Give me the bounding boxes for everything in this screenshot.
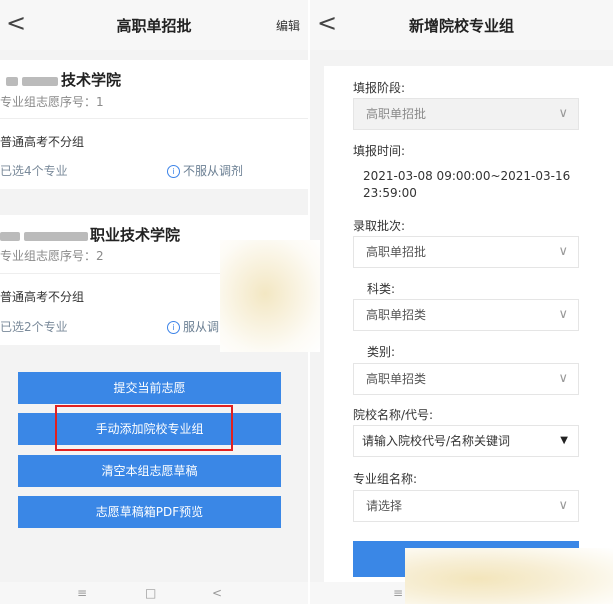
clear-draft-button[interactable]: 清空本组志愿草稿 [18, 455, 281, 487]
school-card[interactable]: 技术学院 专业组志愿序号：1 普通高考不分组 已选4个专业 i 不服从调剂 [0, 60, 308, 189]
subject-label: 科类: [367, 282, 396, 296]
submit-wish-button[interactable]: 提交当前志愿 [18, 372, 281, 404]
group-name: 普通高考不分组 [0, 135, 85, 149]
chevron-down-icon: ∨ [558, 244, 568, 259]
stage-label: 填报阶段: [353, 81, 406, 95]
redacted-text [0, 232, 20, 241]
info-icon: i [167, 165, 180, 178]
back-icon[interactable]: < [212, 586, 222, 600]
stage-field: 高职单招批 ∨ [353, 98, 579, 130]
top-bar: < 高职单招批 编辑 [0, 0, 308, 50]
group-label: 专业组名称: [353, 472, 418, 486]
menu-icon[interactable]: ≡ [77, 586, 87, 600]
blurred-overlay [405, 548, 613, 604]
category-select[interactable]: 高职单招类 ∨ [353, 363, 579, 395]
redacted-text [24, 232, 88, 241]
group-select[interactable]: 请选择 ∨ [353, 490, 579, 522]
batch-select[interactable]: 高职单招批 ∨ [353, 236, 579, 268]
time-value-end: 23:59:00 [363, 186, 417, 200]
selected-count: 已选4个专业 [0, 164, 68, 178]
chevron-down-icon: ∨ [558, 498, 568, 513]
info-icon: i [167, 321, 180, 334]
highlight-box [55, 405, 233, 451]
time-value: 2021-03-08 09:00:00~2021-03-16 [363, 169, 571, 183]
system-nav-bar: ≡ □ < [0, 582, 308, 604]
selected-count: 已选2个专业 [0, 320, 68, 334]
page-title: 高职单招批 [116, 17, 192, 35]
group-name: 普通高考不分组 [0, 290, 85, 304]
chevron-down-icon: ∨ [558, 106, 568, 121]
time-label: 填报时间: [353, 144, 406, 158]
chevron-down-icon: ∨ [558, 371, 568, 386]
adjust-status: i 不服从调剂 [167, 162, 243, 179]
top-bar: < 新增院校专业组 [310, 0, 613, 50]
chevron-down-icon: ∨ [558, 307, 568, 322]
school-name: 技术学院 [61, 71, 122, 89]
divider [0, 118, 308, 119]
redacted-text [22, 77, 58, 86]
school-input[interactable]: 请输入院校代号/名称关键词 ▼ [353, 425, 579, 457]
school-label: 院校名称/代号: [353, 408, 434, 422]
subject-select[interactable]: 高职单招类 ∨ [353, 299, 579, 331]
redacted-text [6, 77, 18, 86]
blurred-overlay [220, 240, 320, 352]
school-name: 职业技术学院 [90, 226, 181, 244]
edit-button[interactable]: 编辑 [276, 17, 300, 34]
category-label: 类别: [367, 345, 396, 359]
caret-down-icon: ▼ [560, 435, 568, 446]
page-title: 新增院校专业组 [408, 17, 514, 35]
pdf-preview-button[interactable]: 志愿草稿箱PDF预览 [18, 496, 281, 528]
order-label: 专业组志愿序号：1 [0, 95, 104, 109]
order-label: 专业组志愿序号：2 [0, 249, 104, 263]
batch-label: 录取批次: [353, 219, 406, 233]
adjust-status: i 服从调 [167, 318, 219, 335]
menu-icon[interactable]: ≡ [393, 586, 403, 600]
home-icon[interactable]: □ [145, 586, 156, 600]
